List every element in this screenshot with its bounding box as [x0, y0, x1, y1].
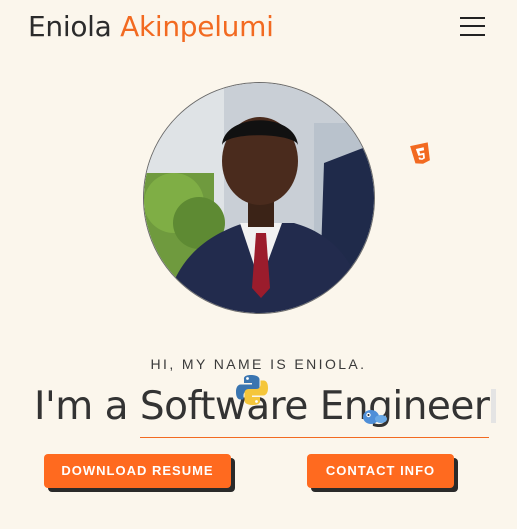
- brand-last-name: Akinpelumi: [120, 10, 274, 43]
- headline-role: Software Engineer: [139, 384, 490, 438]
- site-header: Eniola Akinpelumi: [0, 0, 517, 60]
- brand-first-name: Eniola: [28, 10, 112, 43]
- greeting-text: HI, MY NAME IS ENIOLA.: [150, 356, 367, 372]
- download-resume-button[interactable]: DOWNLOAD RESUME: [44, 454, 231, 488]
- python-icon: [236, 375, 268, 405]
- profile-photo: [143, 82, 375, 314]
- html5-icon: [410, 142, 430, 164]
- typing-caret: [491, 389, 497, 423]
- contact-info-button[interactable]: CONTACT INFO: [307, 454, 454, 488]
- site-logo[interactable]: Eniola Akinpelumi: [28, 10, 274, 43]
- headline-prefix: I'm a: [34, 384, 129, 429]
- hamburger-menu-icon[interactable]: [460, 16, 485, 38]
- go-icon: [363, 410, 387, 424]
